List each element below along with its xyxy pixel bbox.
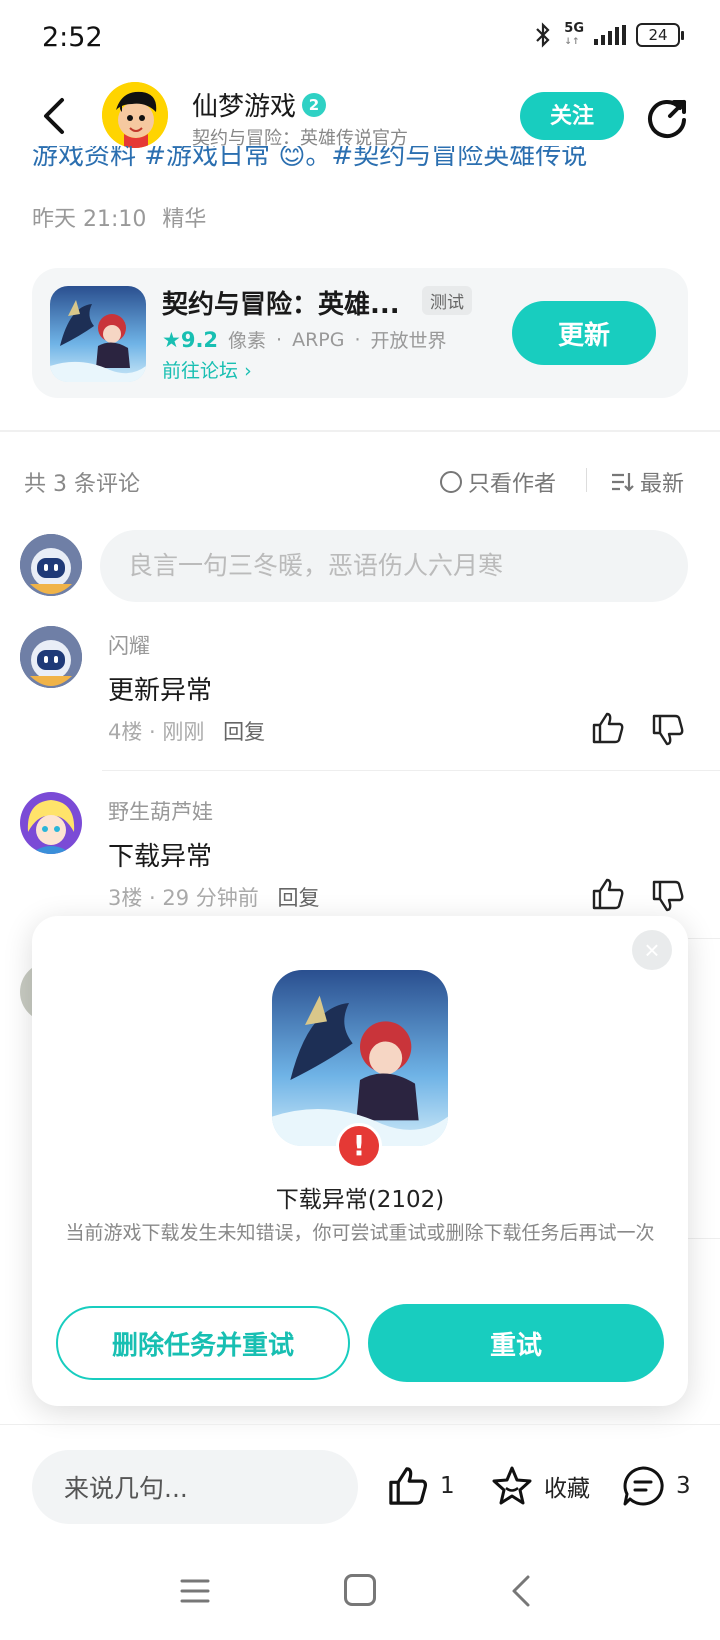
account-name[interactable]: 仙梦游戏 2 — [192, 86, 327, 123]
dialog-title: 下载异常(2102) — [275, 1187, 445, 1213]
post-meta: 昨天 21:10 精华 — [32, 201, 206, 233]
hidden-divider — [688, 938, 720, 939]
comment-bubble-icon — [623, 1466, 664, 1506]
comment-meta: 3楼 · 29 分钟前 回复 — [108, 886, 320, 910]
game-tag: 像素 — [228, 330, 267, 352]
like-count: 1 — [440, 1473, 455, 1499]
comment-time: 29 分钟前 — [162, 886, 259, 910]
comment-meta: 4楼 · 刚刚 回复 — [108, 720, 266, 744]
comment-floor: 3楼 — [108, 886, 143, 910]
comment-input[interactable]: 良言一句三冬暖，恶语伤人六月寒 — [100, 530, 688, 602]
thumbs-down-icon[interactable] — [650, 878, 686, 914]
post-time: 昨天 21:10 — [32, 207, 147, 232]
reply-button[interactable]: 回复 — [278, 886, 320, 910]
game-icon — [50, 286, 146, 382]
game-meta: ★9.2 像素 · ARPG · 开放世界 — [162, 326, 447, 353]
dragon-hero-art-icon — [272, 970, 448, 1146]
avatar[interactable] — [20, 626, 82, 688]
home-icon[interactable] — [344, 1574, 376, 1606]
game-tag: 开放世界 — [370, 330, 447, 352]
thumbs-down-icon[interactable] — [650, 712, 686, 748]
star-icon — [492, 1466, 532, 1505]
dot-separator: · — [276, 328, 283, 351]
avatar[interactable] — [20, 792, 82, 854]
my-avatar — [20, 534, 82, 596]
reply-button[interactable]: 回复 — [223, 720, 265, 744]
comment-divider — [102, 770, 720, 771]
retry-button[interactable]: 重试 — [368, 1304, 664, 1382]
comment-count: 共 3 条评论 — [24, 472, 140, 497]
status-icons: 5G ↓↑ 24 — [532, 20, 684, 48]
radio-circle-icon — [440, 471, 462, 493]
sort-label: 最新 — [640, 472, 685, 497]
comment-username[interactable]: 闪耀 — [108, 630, 150, 660]
thumbs-up-icon[interactable] — [590, 876, 626, 912]
signal-icon — [594, 25, 626, 45]
comment-floor: 4楼 — [108, 720, 143, 744]
battery-icon: 24 — [636, 23, 684, 47]
cartoon-face-icon — [102, 82, 168, 148]
star-icon: ★ — [162, 327, 181, 352]
network-type: 5G ↓↑ — [564, 20, 584, 47]
collect-button[interactable]: 收藏 — [490, 1464, 590, 1508]
error-alert-icon: ! — [336, 1123, 382, 1169]
delete-and-retry-button[interactable]: 删除任务并重试 — [56, 1306, 350, 1380]
game-rating: ★9.2 — [162, 327, 219, 352]
post-body-partial: 游戏资料 #游戏日常 😊。#契约与冒险英雄传说 — [32, 146, 588, 170]
sort-latest-button[interactable]: 最新 — [610, 466, 684, 498]
account-name-text: 仙梦游戏 — [192, 92, 297, 122]
close-icon[interactable]: × — [632, 930, 672, 970]
bluetooth-icon — [536, 22, 550, 48]
share-icon[interactable] — [646, 96, 690, 140]
section-divider — [0, 430, 720, 432]
sort-icon — [612, 473, 634, 492]
test-badge: 测试 — [422, 286, 472, 315]
bottom-comment-input[interactable]: 来说几句... — [32, 1450, 358, 1524]
robot-avatar-icon — [20, 534, 82, 596]
dot-separator: · — [354, 328, 361, 351]
author-only-label: 只看作者 — [468, 472, 557, 497]
game-tag: ARPG — [292, 328, 345, 351]
comment-time: 刚刚 — [162, 720, 205, 744]
status-time: 2:52 — [42, 22, 103, 53]
hidden-divider — [688, 1238, 720, 1239]
nav-back-icon[interactable] — [508, 1574, 534, 1608]
robot-avatar-icon — [20, 626, 82, 688]
author-only-toggle[interactable]: 只看作者 — [440, 466, 556, 498]
comment-username[interactable]: 野生葫芦娃 — [108, 796, 213, 826]
dialog-description: 当前游戏下载发生未知错误，你可尝试重试或删除下载任务后再试一次 — [65, 1222, 655, 1244]
download-error-dialog: × ! 下载异常(2102) 当前游戏下载发生未知错误，你可尝试重试或删除下载任… — [32, 916, 688, 1406]
comment-count-badge: 3 — [676, 1473, 691, 1499]
collect-label: 收藏 — [544, 1476, 590, 1502]
thumbs-up-icon — [389, 1467, 428, 1505]
dragon-hero-art-icon — [50, 286, 146, 382]
verified-badge-icon: 2 — [302, 92, 327, 117]
follow-button[interactable]: 关注 — [520, 92, 624, 140]
game-title: 契约与冒险：英雄... — [162, 290, 400, 320]
back-arrow-icon[interactable] — [36, 96, 72, 136]
vertical-divider — [586, 468, 587, 492]
menu-icon[interactable] — [180, 1578, 210, 1604]
game-card[interactable]: 契约与冒险：英雄... 测试 ★9.2 像素 · ARPG · 开放世界 前往论… — [32, 268, 688, 398]
chevron-right-icon: › — [244, 360, 252, 382]
comment-text: 下载异常 — [108, 842, 213, 872]
like-button[interactable]: 1 — [386, 1464, 455, 1508]
thumbs-up-icon[interactable] — [590, 710, 626, 746]
post-tag: 精华 — [162, 207, 207, 232]
comment-text: 更新异常 — [108, 676, 213, 706]
bottom-divider — [0, 1424, 720, 1425]
account-avatar[interactable] — [102, 82, 168, 148]
update-button[interactable]: 更新 — [512, 301, 656, 365]
game-icon-large — [272, 970, 448, 1146]
anime-avatar-icon — [20, 792, 82, 854]
forum-link[interactable]: 前往论坛 › — [162, 356, 252, 383]
comments-button[interactable]: 3 — [620, 1464, 691, 1508]
